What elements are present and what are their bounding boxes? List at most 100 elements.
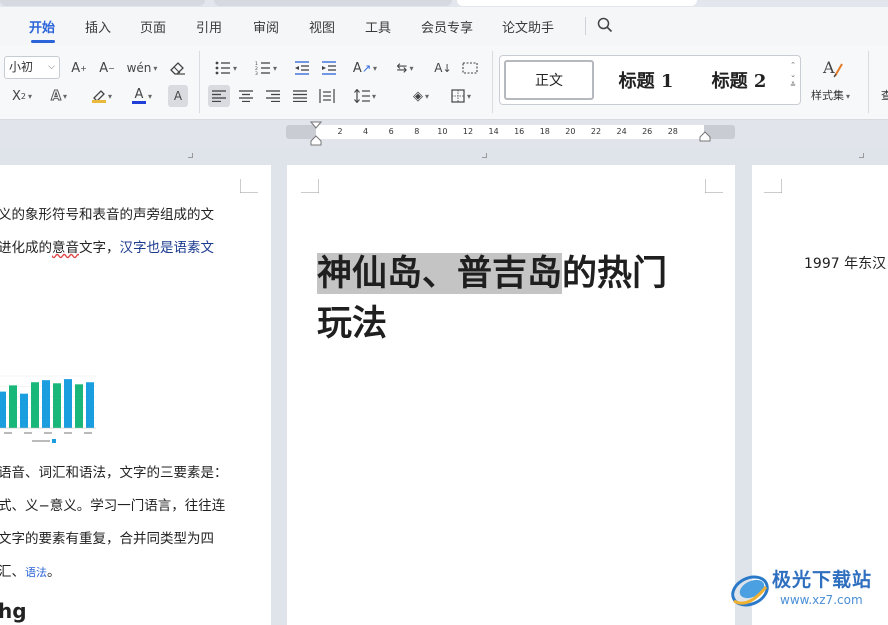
selected-text[interactable]: 神仙岛、普吉岛 — [317, 253, 563, 294]
indent-marker[interactable] — [310, 121, 322, 147]
tab-page[interactable]: 页面 — [140, 17, 166, 36]
text-direction-icon[interactable]: A ↗ ▾ — [348, 57, 382, 79]
tab-view[interactable]: 视图 — [309, 17, 335, 36]
tab-tools[interactable]: 工具 — [365, 17, 391, 36]
clear-format-icon[interactable] — [166, 57, 190, 79]
text-run: 文字， — [79, 240, 120, 256]
chart-tick-label — [24, 432, 32, 434]
bar-chart[interactable] — [0, 370, 98, 448]
highlight-icon[interactable]: ▾ — [86, 85, 118, 107]
title-text: 的热门 — [562, 253, 668, 294]
text-run: 汉字也是语素文 — [119, 240, 215, 256]
title-tab-active[interactable] — [457, 0, 697, 6]
body-text-line: 式、义−意义。学习一门语言，往往连 — [0, 498, 226, 514]
font-size-select[interactable]: 小初 ⌵ — [4, 56, 60, 79]
tab-paper-assistant[interactable]: 论文助手 — [502, 17, 554, 36]
highlight-color-swatch — [91, 100, 106, 103]
tab-references[interactable]: 引用 — [196, 17, 222, 36]
text-run: 汇、 — [0, 564, 25, 580]
chart-bar — [31, 382, 39, 428]
bullet-list-icon[interactable]: ▾ — [210, 57, 242, 79]
text-effect-icon[interactable]: A ▾ — [44, 85, 74, 107]
character-shading-icon[interactable]: A — [168, 85, 188, 107]
sort-icon[interactable]: A ↓ — [432, 57, 454, 79]
tab-review[interactable]: 审阅 — [253, 17, 279, 36]
active-tab-indicator — [31, 40, 55, 43]
ruler-tick: 18 — [539, 127, 550, 136]
style-set-icon[interactable]: A — [821, 56, 845, 84]
increase-indent-icon[interactable] — [318, 57, 340, 79]
distributed-align-icon[interactable] — [316, 85, 338, 107]
page-corner-mark — [301, 179, 319, 193]
svg-text:A: A — [822, 58, 835, 77]
superscript-icon[interactable]: X 2 ▾ — [6, 85, 38, 107]
styles-dialog-launcher[interactable] — [859, 153, 864, 158]
increase-font-icon[interactable]: A + — [68, 57, 90, 79]
body-text-line: 进化成的意音文字，汉字也是语素文 — [0, 236, 214, 256]
phonetic-guide-icon[interactable]: wén ▾ — [126, 57, 158, 79]
document-page-left[interactable]: 义的象形符号和表音的声旁组成的文 进化成的意音文字，汉字也是语素文 语音、词汇和… — [0, 165, 271, 625]
expand-icon[interactable]: ≚ — [788, 80, 798, 90]
line-spacing-icon[interactable]: ▾ — [348, 85, 382, 107]
title-tab[interactable] — [0, 0, 205, 6]
ruler-tick: 14 — [488, 127, 499, 136]
document-page-right[interactable]: 1997 年东汉 — [752, 165, 888, 625]
ruler-tick: 10 — [437, 127, 448, 136]
document-page-current[interactable]: 神仙岛、普吉岛的热门 玩法 — [287, 165, 735, 625]
site-watermark: 极光下载站 www.xz7.com — [728, 563, 888, 617]
text-run: 。 — [47, 564, 61, 580]
chart-bar — [42, 380, 50, 428]
body-text-line: 义的象形符号和表音的声旁组成的文 — [0, 207, 214, 223]
border-icon[interactable]: ▾ — [446, 85, 476, 107]
body-text-line: 语音、词汇和语法，文字的三要素是： — [0, 465, 228, 481]
justify-icon[interactable] — [289, 85, 311, 107]
tab-membership[interactable]: 会员专享 — [421, 17, 473, 36]
align-center-icon[interactable] — [235, 85, 257, 107]
chart-legend-swatch — [52, 439, 56, 443]
right-indent-marker[interactable] — [699, 131, 711, 143]
watermark-url: www.xz7.com — [780, 593, 863, 607]
body-text-line: 1997 年东汉 — [804, 256, 887, 272]
shading-icon[interactable]: ◈ ▾ — [405, 85, 437, 107]
align-right-icon[interactable] — [262, 85, 284, 107]
chart-bar — [20, 393, 28, 428]
numbered-list-icon[interactable]: 1 2 3 ▾ — [250, 57, 282, 79]
title-tab-strip — [0, 0, 888, 7]
align-left-icon[interactable] — [208, 85, 230, 107]
horizontal-ruler: 2 4 6 8 10 12 14 16 18 20 22 24 26 28 — [286, 121, 735, 146]
style-set-button[interactable]: 样式集 ▾ — [811, 87, 850, 103]
style-normal[interactable]: 正文 — [504, 60, 594, 100]
search-icon[interactable] — [597, 17, 613, 37]
show-marks-icon[interactable] — [459, 57, 481, 79]
tab-home[interactable]: 开始 — [29, 17, 55, 36]
style-heading-2[interactable]: 标题 2 — [696, 60, 782, 100]
chart-bar — [64, 379, 72, 428]
chart-tick-label — [44, 432, 52, 434]
ruler-tick: 16 — [514, 127, 525, 136]
styles-scroll[interactable]: ⌃ ⌄ ≚ — [788, 60, 798, 100]
chart-tick-label — [84, 432, 92, 434]
decrease-font-icon[interactable]: A − — [96, 57, 118, 79]
chevron-down-icon[interactable]: ⌄ — [788, 70, 798, 80]
document-title[interactable]: 神仙岛、普吉岛的热门 玩法 — [317, 249, 717, 349]
title-tab[interactable] — [214, 0, 452, 6]
ruler-tick: 22 — [590, 127, 602, 136]
font-color-icon[interactable]: A ▾ — [126, 85, 158, 107]
font-dialog-launcher[interactable] — [188, 153, 193, 158]
ribbon-toolbar: 小初 ⌵ A + A − wén ▾ X 2 ▾ A ▾ ▾ A ▾ A ▾ 1 2 3 ▾ A ↗ ▾… — [0, 45, 888, 158]
menu-bar: 开始 插入 页面 引用 审阅 视图 工具 会员专享 论文助手 — [0, 7, 888, 45]
page-corner-mark — [764, 179, 782, 193]
body-text-line: 文字的要素有重复，合并同类型为四 — [0, 531, 214, 547]
ruler-tick: 8 — [414, 127, 420, 136]
ruler-tick: 24 — [616, 127, 627, 136]
style-heading-1[interactable]: 标题 1 — [602, 60, 690, 100]
exchange-icon[interactable]: ⇆ ▾ — [390, 57, 420, 79]
text-link[interactable]: 语法 — [25, 566, 47, 579]
chevron-up-icon[interactable]: ⌃ — [788, 60, 798, 70]
text-run: 进化成的 — [0, 240, 52, 256]
tab-insert[interactable]: 插入 — [85, 17, 111, 36]
paragraph-dialog-launcher[interactable] — [482, 153, 487, 158]
decrease-indent-icon[interactable] — [291, 57, 313, 79]
style-set-label: 样式集 — [811, 89, 844, 102]
chart-bar — [86, 382, 94, 428]
